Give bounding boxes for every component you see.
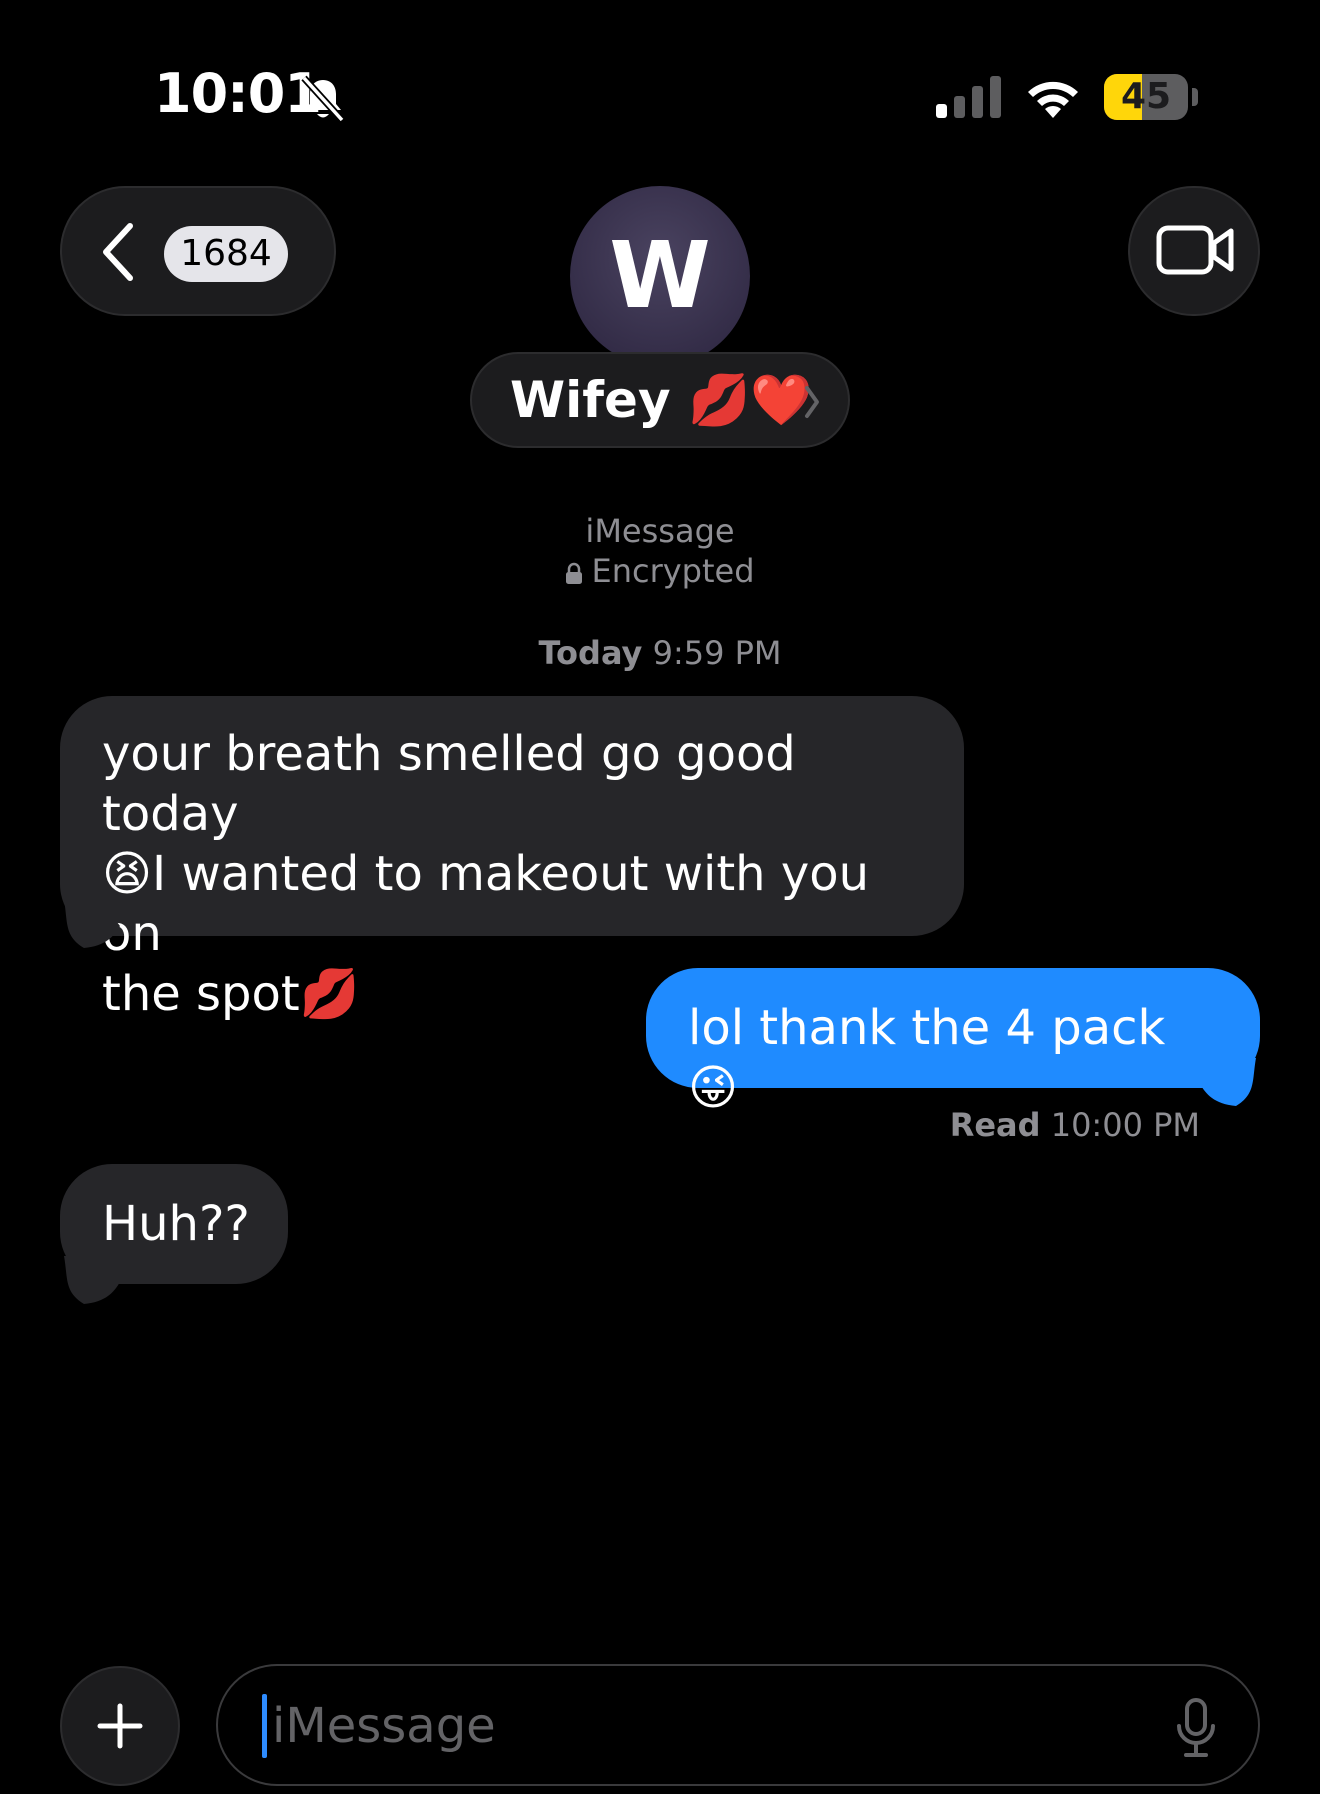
status-time: 10:01 — [154, 62, 322, 125]
plus-icon[interactable] — [96, 1702, 144, 1750]
encryption-label: Encrypted — [0, 552, 1320, 590]
chevron-left-icon[interactable] — [98, 222, 138, 282]
bubble-tail — [64, 1256, 120, 1304]
read-time: 10:00 PM — [1050, 1106, 1200, 1144]
read-label: Read — [949, 1106, 1041, 1144]
timestamp-time: 9:59 PM — [652, 634, 782, 672]
unread-count-badge[interactable]: 1684 — [164, 226, 288, 282]
bubble-tail — [1200, 1058, 1256, 1106]
battery-icon: 45 — [1104, 74, 1200, 120]
timestamp-day: Today — [538, 634, 643, 672]
cellular-signal-icon — [936, 76, 1001, 118]
read-receipt: Read 10:00 PM — [900, 1106, 1200, 1144]
wifi-icon — [1028, 81, 1078, 118]
message-timestamp: Today 9:59 PM — [0, 634, 1320, 672]
incoming-message-bubble[interactable]: your breath smelled go good today 😫I wan… — [60, 696, 964, 1022]
lock-icon — [566, 562, 583, 584]
message-input-placeholder[interactable]: iMessage — [272, 1694, 496, 1758]
bubble-tail — [64, 900, 120, 948]
service-label: iMessage — [585, 512, 735, 550]
battery-level: 45 — [1120, 76, 1172, 117]
contact-avatar[interactable]: W — [570, 186, 750, 366]
chevron-right-icon[interactable] — [802, 384, 822, 420]
microphone-icon[interactable] — [1176, 1698, 1216, 1758]
encryption-text: Encrypted — [591, 552, 755, 590]
bell-slash-icon — [301, 75, 345, 122]
contact-name[interactable]: Wifey 💋❤️ — [510, 368, 812, 432]
outgoing-message-bubble[interactable]: lol thank the 4 pack 😜 — [646, 968, 1260, 1116]
video-camera-icon[interactable] — [1156, 222, 1236, 278]
text-caret — [262, 1694, 267, 1758]
